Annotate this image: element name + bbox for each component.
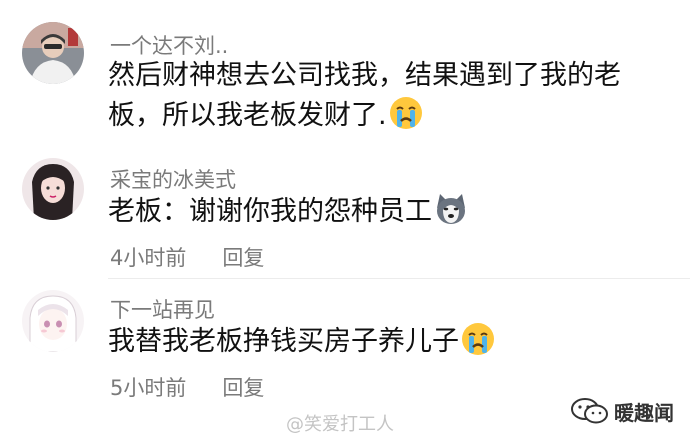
wechat-logo-icon [570,396,610,430]
comment-item: 一个达不刘.. 然后财神想去公司找我，结果遇到了我的老板，所以我老板发财了. [0,0,690,150]
divider [108,278,690,279]
comment-meta: 5小时前 回复 [110,372,264,402]
comment-time: 5小时前 [110,376,187,400]
comment-text-content: 我替我老板挣钱买房子养儿子 [108,326,459,357]
crying-face-icon [389,96,423,142]
user-avatar[interactable] [22,290,84,352]
comment-text-content: 然后财神想去公司找我，结果遇到了我的老板，所以我老板发财了. [108,60,621,131]
comment-meta: 4小时前 回复 [110,242,264,272]
comment-time: 4小时前 [110,246,187,270]
reply-button[interactable]: 回复 [222,246,264,270]
comment-text: 老板：谢谢你我的怨种员工 [108,192,668,238]
comment-item: 采宝的冰美式 老板：谢谢你我的怨种员工 4小时前 回复 [0,150,690,280]
username[interactable]: 下一站再见 [110,294,215,324]
comment-text: 然后财神想去公司找我，结果遇到了我的老板，所以我老板发财了. [108,56,668,142]
comment-item: 下一站再见 我替我老板挣钱买房子养儿子 5小时前 回复 [0,280,690,410]
husky-dog-face-icon [434,192,468,238]
weibo-watermark: @笑爱打工人 [286,414,394,435]
user-avatar[interactable] [22,158,84,220]
comment-text-content: 老板：谢谢你我的怨种员工 [108,196,432,227]
username[interactable]: 采宝的冰美式 [110,164,236,194]
user-avatar[interactable] [22,22,84,84]
comment-text: 我替我老板挣钱买房子养儿子 [108,322,668,368]
watermark-text: 暖趣闻 [614,401,674,425]
crying-face-icon [461,322,495,368]
reply-button[interactable]: 回复 [222,376,264,400]
